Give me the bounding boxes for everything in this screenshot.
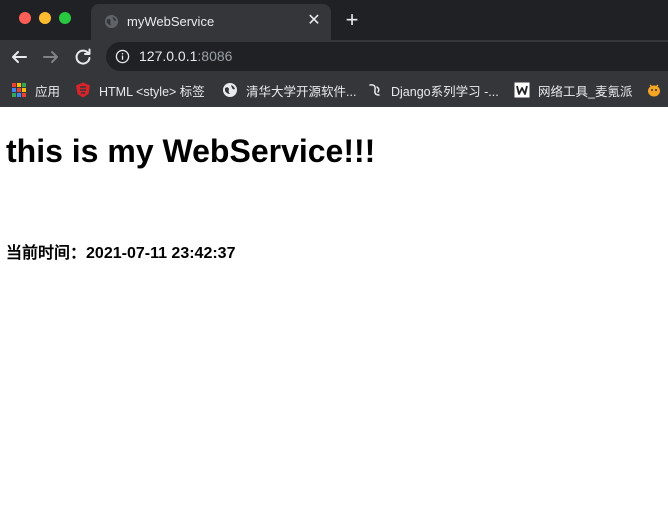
current-time-label: 当前时间：	[6, 245, 87, 262]
back-arrow-icon[interactable]	[6, 44, 32, 70]
tab-strip: myWebService ✕ +	[0, 0, 668, 40]
address-bar[interactable]: 127.0.0.1:8086	[106, 42, 668, 71]
active-tab[interactable]: myWebService ✕	[91, 4, 331, 40]
bookmark-label: 应用	[35, 85, 61, 99]
apps-grid-icon	[12, 83, 26, 97]
globe-icon	[104, 14, 119, 29]
orange-bug-icon	[648, 84, 660, 97]
w3-shield-icon	[76, 82, 90, 98]
new-tab-button[interactable]: +	[342, 9, 362, 31]
w-box-icon	[514, 82, 530, 98]
bookmark-label: 清华大学开源软件...	[246, 85, 357, 99]
bookmark-label: 网络工具_麦氪派	[538, 85, 633, 99]
bookmarks-bar: 应用 HTML <style> 标签 清华大学开源软件... Django系列学…	[0, 73, 668, 107]
forward-arrow-icon[interactable]	[38, 44, 64, 70]
close-tab-icon[interactable]: ✕	[304, 11, 324, 31]
bookmark-label: HTML <style> 标签	[99, 85, 205, 99]
page-heading: this is my WebService!!!	[6, 133, 376, 169]
reload-icon[interactable]	[70, 44, 96, 70]
bookmark-label: Django系列学习 -...	[391, 85, 499, 99]
current-time: 当前时间：2021-07-11 23:42:37	[6, 239, 235, 263]
minimize-window-button[interactable]	[39, 12, 51, 24]
current-time-value: 2021-07-11 23:42:37	[86, 245, 236, 262]
close-window-button[interactable]	[19, 12, 31, 24]
django-curl-icon	[369, 84, 380, 96]
url-port: :8086	[197, 48, 233, 64]
zoom-window-button[interactable]	[59, 12, 71, 24]
info-icon[interactable]	[115, 49, 130, 64]
page-content: this is my WebService!!! 当前时间：2021-07-11…	[0, 107, 668, 506]
url-text: 127.0.0.1:8086	[139, 48, 232, 64]
url-host: 127.0.0.1	[139, 48, 198, 64]
browser-chrome: myWebService ✕ + 127.0.0.1:8086 应用 HTML …	[0, 0, 668, 107]
toolbar: 127.0.0.1:8086	[0, 40, 668, 73]
globe-icon	[223, 83, 237, 97]
tab-title: myWebService	[127, 14, 215, 29]
